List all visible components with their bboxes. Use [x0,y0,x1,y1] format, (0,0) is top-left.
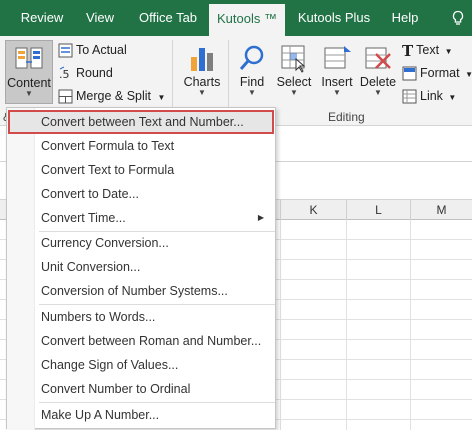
charts-button[interactable]: Charts ▼ [180,40,224,104]
delete-label: Delete [359,75,397,89]
tab-review[interactable]: Review [10,0,74,36]
menu-item-roman-number[interactable]: Convert between Roman and Number... [8,329,274,353]
menu-item-convert-to-date[interactable]: Convert to Date... [8,182,274,206]
delete-icon [365,47,391,69]
menu-item-number-to-ordinal[interactable]: Convert Number to Ordinal [8,377,274,401]
tab-help[interactable]: Help [382,0,428,36]
content-dropdown-menu: Convert between Text and Number... Conve… [6,107,276,430]
menu-item-change-sign[interactable]: Change Sign of Values... [8,353,274,377]
merge-split-button[interactable]: Merge & Split ▼ [58,86,165,106]
chevron-down-icon: ▼ [248,88,256,97]
magnifier-icon [239,45,264,70]
round-label: Round [76,66,113,80]
delete-button[interactable]: Delete ▼ [359,40,397,104]
menu-item-unit-conversion[interactable]: Unit Conversion... [8,255,274,279]
round-button[interactable]: .5 Round [58,63,113,83]
text-icon: T [402,41,414,60]
menu-item-convert-time[interactable]: Convert Time... ▶ [8,206,274,230]
tab-office-tab[interactable]: Office Tab [128,0,208,36]
bar-chart-icon [191,48,213,71]
menu-item-text-to-formula[interactable]: Convert Text to Formula [8,158,274,182]
lightbulb-icon[interactable] [450,10,466,26]
select-range-icon [281,45,306,73]
insert-label: Insert [321,75,353,89]
format-button[interactable]: Format ▼ [402,63,472,83]
select-label: Select [276,75,312,89]
group-label-editing: Editing [328,110,365,124]
chevron-down-icon: ▼ [290,88,298,97]
find-button[interactable]: Find ▼ [234,40,270,104]
to-actual-button[interactable]: To Actual [58,40,127,60]
svg-text:.5: .5 [59,68,70,81]
insert-button[interactable]: Insert ▼ [318,40,356,104]
chevron-down-icon: ▼ [374,88,382,97]
content-label: Content [7,76,51,90]
tab-kutools[interactable]: Kutools ™ [209,4,285,36]
to-actual-icon [58,43,73,58]
text-label: Text [416,43,440,57]
tab-kutools-plus[interactable]: Kutools Plus [288,0,380,36]
menu-item-make-up-number[interactable]: Make Up A Number... [8,403,274,427]
chevron-down-icon: ▼ [198,88,206,97]
content-convert-icon [15,47,43,69]
chevron-down-icon: ▼ [465,70,472,79]
charts-label: Charts [183,75,221,89]
menu-item-convert-time-label: Convert Time... [41,211,126,225]
chevron-down-icon: ▼ [444,47,453,56]
tab-view[interactable]: View [74,0,126,36]
merge-split-icon [58,89,73,104]
menu-item-number-systems[interactable]: Conversion of Number Systems... [8,279,274,303]
chevron-down-icon: ▼ [157,93,166,102]
select-button[interactable]: Select ▼ [275,40,313,104]
link-button[interactable]: Link ▼ [402,86,456,106]
text-button[interactable]: T Text ▼ [402,40,453,60]
ribbon-tab-bar: Review View Office Tab Kutools ™ Kutools… [0,0,472,36]
format-label: Format [420,66,460,80]
find-label: Find [239,75,265,89]
menu-item-formula-to-text[interactable]: Convert Formula to Text [8,134,274,158]
chevron-down-icon: ▼ [333,88,341,97]
to-actual-label: To Actual [76,43,127,57]
chevron-down-icon: ▼ [448,93,457,102]
menu-item-convert-text-number[interactable]: Convert between Text and Number... [8,110,274,134]
format-icon [402,66,417,81]
link-icon [402,89,417,104]
content-button[interactable]: Content ▼ [5,40,53,104]
column-header-k[interactable]: K [280,200,346,220]
round-icon: .5 [59,66,70,81]
column-header-l[interactable]: L [346,200,410,220]
menu-item-numbers-to-words[interactable]: Numbers to Words... [8,305,274,329]
chevron-right-icon: ▶ [257,213,264,222]
column-header-m[interactable]: M [410,200,472,220]
menu-item-currency-conversion[interactable]: Currency Conversion... [8,231,274,255]
merge-split-label: Merge & Split [76,89,152,103]
insert-icon [324,46,351,69]
link-label: Link [420,89,443,103]
chevron-down-icon: ▼ [25,89,33,98]
